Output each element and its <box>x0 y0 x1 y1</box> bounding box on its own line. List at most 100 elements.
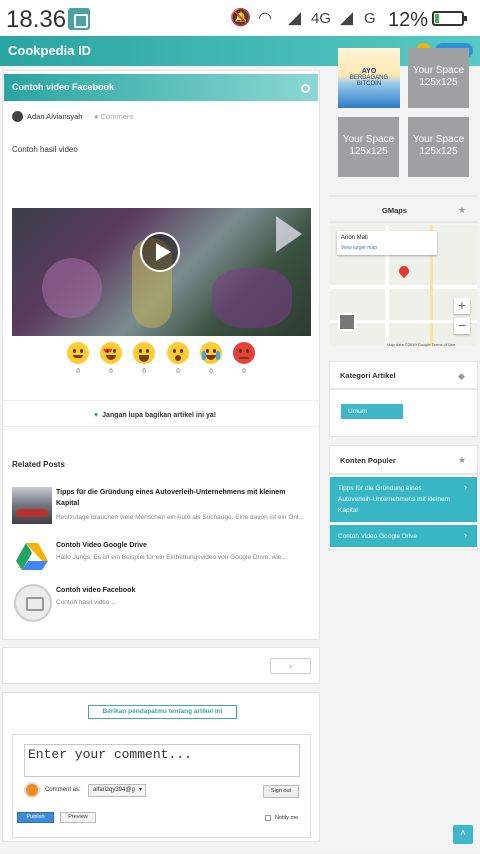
post-author[interactable]: Adan Alviansyah <box>27 112 82 121</box>
related-desc: Hallo Jungs, Es ist ein Beispiel für ein… <box>56 554 287 561</box>
status-bar: 18.36 🔕 ◠ ◢ 4G ◢ G 12% <box>0 0 480 36</box>
comment-input[interactable]: Enter your comment... <box>24 744 300 777</box>
related-title[interactable]: Contoh video Facebook <box>56 585 306 596</box>
network-4g: 4G <box>311 10 332 27</box>
divider <box>2 426 320 427</box>
map-thumbnail[interactable] <box>338 313 356 331</box>
comment-link[interactable]: ● Comment <box>94 112 133 121</box>
comment-label: Comment <box>100 112 134 121</box>
ad-bitcoin-line2: BERDAGANG BITCOIN <box>349 75 389 87</box>
battery-percent: 12% <box>388 9 429 31</box>
signal-icon: ◢ <box>288 8 302 27</box>
ad-slot[interactable]: Your Space 125x125 <box>408 117 469 177</box>
popular-item[interactable]: Tipps für die Gründung eines Autoverleih… <box>330 477 477 522</box>
chevron-right-icon: › <box>464 530 467 540</box>
chevron-up-icon: ˄ <box>460 828 466 839</box>
star-icon: ★ <box>458 455 467 465</box>
comment-as-label: Comment as: <box>45 787 81 793</box>
star-icon: ★ <box>458 205 467 215</box>
map-larger-link[interactable]: View larger map <box>341 245 377 251</box>
author-avatar <box>12 111 23 122</box>
divider <box>329 473 478 475</box>
smile-icon <box>67 342 89 364</box>
video-player[interactable] <box>12 208 311 336</box>
reaction-smile[interactable]: 0 <box>66 342 90 375</box>
divider <box>329 221 478 223</box>
reaction-love[interactable]: ♥♥ 0 <box>99 342 123 375</box>
reaction-count: 0 <box>176 369 180 375</box>
zoom-in-button[interactable]: + <box>454 298 470 314</box>
divider <box>2 400 320 401</box>
reaction-count: 0 <box>142 369 146 375</box>
reaction-cry[interactable]: 0 <box>199 342 223 375</box>
wow-icon <box>167 342 189 364</box>
related-title[interactable]: Contoh Video Google Drive <box>56 540 306 551</box>
tags-icon: ◆ <box>458 371 465 381</box>
reaction-laugh[interactable]: 0 <box>132 342 156 375</box>
cry-icon <box>200 342 222 364</box>
reaction-count: 0 <box>76 369 80 375</box>
blogger-icon <box>24 782 40 798</box>
reaction-wow[interactable]: 0 <box>166 342 190 375</box>
video-frame-detail <box>42 258 102 318</box>
video-frame-detail <box>212 268 292 328</box>
ad-slot[interactable]: Your Space 125x125 <box>338 117 399 177</box>
notify-label: Notify me <box>275 815 299 821</box>
ad-slot[interactable]: Your Space 125x125 <box>408 48 469 108</box>
share-icon[interactable] <box>301 84 310 93</box>
reaction-count: 0 <box>209 369 213 375</box>
account-value: alfarizqy394@g <box>93 787 135 793</box>
divider <box>329 388 478 390</box>
map-footer: Map data ©2019 Google Terms of Use <box>387 342 456 347</box>
related-desc: Heutzutage brauchen viele Menschen ein A… <box>56 514 304 521</box>
signal-icon-2: ◢ <box>340 8 354 27</box>
sign-out-button[interactable]: Sign out <box>263 785 299 798</box>
google-drive-icon[interactable] <box>12 539 52 576</box>
status-time: 18.36 <box>6 6 67 33</box>
account-select[interactable]: alfarizqy394@g ▾ <box>88 784 146 797</box>
map-place-name: Arion Mall <box>341 235 368 241</box>
reaction-count: 0 <box>109 369 113 375</box>
map-road <box>330 285 477 289</box>
kategori-heading: Kategori Artikel <box>340 371 396 380</box>
reaction-count: 0 <box>242 369 246 375</box>
comment-icon: ● <box>94 112 101 121</box>
next-video-icon[interactable] <box>276 216 302 252</box>
ad-bitcoin-line1: AYO <box>361 68 377 75</box>
divider <box>329 195 478 197</box>
popular-item[interactable]: Contoh Video Google Drive <box>330 525 477 547</box>
screenshot-icon <box>68 8 90 30</box>
share-text: Jangan lupa bagikan artikel ini ya! <box>102 412 217 419</box>
mute-icon: 🔕 <box>230 8 252 27</box>
next-post-button[interactable]: › <box>270 658 311 674</box>
related-heading: Related Posts <box>12 460 65 469</box>
preview-button[interactable]: Preview <box>60 812 96 823</box>
reaction-angry[interactable]: 0 <box>232 342 256 375</box>
comment-invite: Berikan pendapatmu tentang artikel ini <box>88 705 237 719</box>
chevron-right-icon: › <box>464 482 467 492</box>
no-image-icon[interactable] <box>14 584 52 622</box>
category-tag[interactable]: Umum <box>341 404 403 419</box>
notify-checkbox[interactable] <box>265 815 271 821</box>
post-body: Contoh hasil video <box>12 145 78 154</box>
related-thumbnail[interactable] <box>12 487 52 524</box>
play-icon[interactable] <box>140 232 180 272</box>
related-title[interactable]: Tipps für die Gründung eines Autoverleih… <box>56 487 306 509</box>
ad-bitcoin[interactable]: AYO BERDAGANG BITCOIN <box>338 48 400 108</box>
footer-strip <box>0 850 480 854</box>
gmaps-heading: GMaps <box>382 206 408 215</box>
populer-heading: Konten Populer <box>340 456 396 465</box>
site-logo[interactable]: Cookpedia ID <box>8 43 91 58</box>
zoom-out-button[interactable]: − <box>454 318 470 334</box>
related-desc: Contoh hasil video ... <box>56 599 117 606</box>
laugh-icon <box>133 342 155 364</box>
popular-item-label: Tipps für die Gründung eines Autoverleih… <box>338 485 450 514</box>
wifi-icon: ◠ <box>258 10 272 27</box>
post-title: Contoh video Facebook <box>12 82 115 92</box>
angry-icon <box>233 342 255 364</box>
back-to-top-button[interactable]: ˄ <box>453 825 473 844</box>
share-reminder: ♥ Jangan lupa bagikan artikel ini ya! <box>94 412 216 419</box>
heart-icon: ♥ <box>94 412 99 419</box>
network-g: G <box>364 10 376 27</box>
publish-button[interactable]: Publish <box>17 812 54 823</box>
